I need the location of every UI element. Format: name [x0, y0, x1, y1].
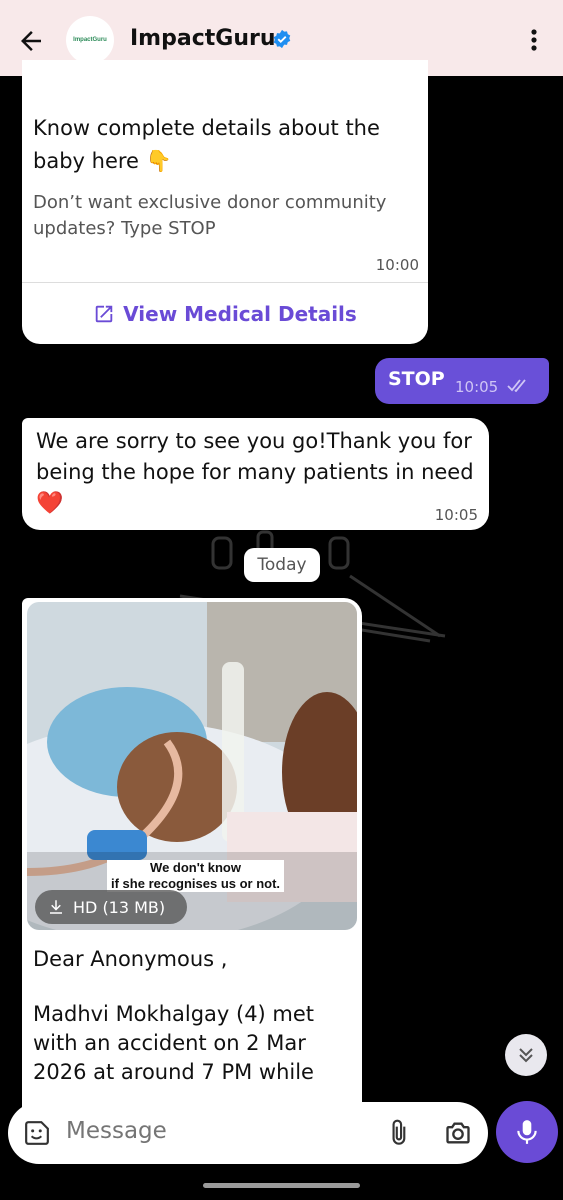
avatar[interactable]: ImpactGuru — [66, 16, 114, 64]
outgoing-message-bubble: STOP 10:05 — [375, 358, 549, 404]
more-options-icon[interactable] — [522, 26, 546, 54]
message-body: We are sorry to see you go!Thank you for… — [36, 429, 474, 484]
back-arrow-icon[interactable] — [16, 26, 46, 56]
video-caption: We don't know if she recognises us or no… — [107, 860, 285, 892]
verified-badge-icon — [273, 29, 291, 49]
message-footer-text: Don’t want exclusive donor community upd… — [33, 192, 387, 239]
attachment-icon[interactable] — [386, 1118, 414, 1148]
message-time: 10:05 — [455, 378, 499, 396]
template-message-bubble: Know complete details about the baby her… — [22, 60, 428, 344]
download-label: HD (13 MB) — [73, 897, 166, 917]
download-icon — [50, 900, 62, 914]
caption-text: We don't know if she recognises us or no… — [111, 860, 281, 891]
video-thumbnail[interactable]: We don't know if she recognises us or no… — [27, 602, 357, 930]
message-time: 10:05 — [434, 506, 478, 524]
message-text: STOP — [388, 368, 445, 390]
double-chevron-down-icon — [519, 1048, 533, 1063]
message-time: 10:00 — [375, 256, 419, 274]
contact-name[interactable]: ImpactGuru — [130, 26, 276, 51]
message-text: We are sorry to see you go!Thank you for… — [36, 426, 476, 519]
incoming-message-bubble: We are sorry to see you go!Thank you for… — [22, 418, 489, 530]
voice-record-button[interactable] — [496, 1101, 558, 1163]
microphone-icon — [517, 1120, 537, 1144]
camera-icon[interactable] — [444, 1119, 472, 1147]
scroll-to-bottom-button[interactable] — [505, 1034, 547, 1076]
read-receipt-icon — [507, 379, 526, 392]
message-text: Know complete details about the baby her… — [33, 116, 380, 173]
action-label: View Medical Details — [123, 302, 357, 326]
view-medical-details-button[interactable]: View Medical Details — [22, 296, 428, 332]
download-hd-button[interactable]: HD (13 MB) — [35, 890, 187, 924]
gesture-handle[interactable] — [203, 1183, 360, 1188]
divider — [22, 282, 428, 283]
message-composer — [8, 1102, 488, 1164]
media-message-bubble: We don't know if she recognises us or no… — [22, 598, 362, 1158]
message-input[interactable] — [66, 1118, 356, 1144]
heart-emoji: ❤️ — [36, 491, 64, 516]
date-separator: Today — [244, 548, 320, 582]
message-greeting: Dear Anonymous , — [33, 947, 228, 971]
avatar-logo-text: ImpactGuru — [73, 37, 107, 43]
external-link-icon — [95, 305, 113, 323]
message-body: Madhvi Mokhalgay (4) met with an acciden… — [33, 1002, 315, 1084]
emoji-sticker-icon[interactable] — [24, 1120, 50, 1146]
